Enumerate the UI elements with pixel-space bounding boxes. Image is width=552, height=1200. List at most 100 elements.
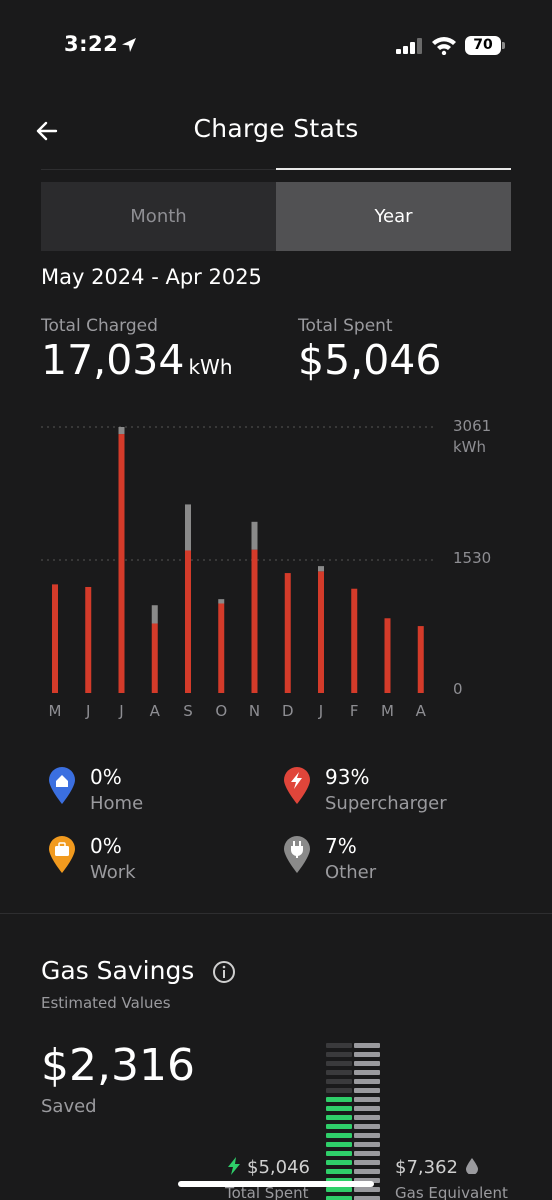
gas-equivalent-legend: $7,362: [395, 1157, 478, 1178]
total-charged-value: 17,034 kWh: [41, 336, 233, 384]
x-tick-label: F: [349, 702, 359, 720]
drop-icon: [465, 1158, 478, 1175]
gas-bar-row: [326, 1142, 382, 1147]
bar-supercharger: [284, 573, 291, 693]
section-divider: [0, 913, 552, 914]
bar-supercharger: [85, 586, 92, 693]
bar-other: [218, 599, 225, 604]
x-tick-label: M: [48, 702, 62, 720]
gas-segment: [354, 1070, 380, 1075]
gas-bar-row: [326, 1187, 382, 1192]
bar-supercharger: [151, 623, 158, 693]
plug-icon: [284, 836, 310, 873]
gas-bar-row: [326, 1079, 382, 1084]
supercharger-label: Supercharger: [325, 793, 447, 814]
breakdown-other: 7% Other: [283, 834, 483, 894]
gas-bar-row: [326, 1070, 382, 1075]
x-tick-label: M: [381, 702, 394, 720]
bar-other: [318, 566, 324, 572]
electric-segment: [326, 1169, 352, 1174]
x-tick-label: A: [149, 702, 160, 720]
x-tick-label: J: [318, 702, 324, 720]
header-active-underline: [276, 168, 511, 170]
battery-tip: [502, 42, 505, 49]
work-label: Work: [90, 862, 136, 883]
bar-other: [118, 427, 125, 435]
electric-segment: [326, 1088, 352, 1093]
breakdown-home: 0% Home: [48, 765, 248, 825]
electric-segment: [326, 1187, 352, 1192]
x-tick-label: S: [183, 702, 193, 720]
gas-segment: [354, 1169, 380, 1174]
work-percent: 0%: [90, 834, 122, 858]
total-spent-label: Total Spent: [298, 316, 393, 336]
x-tick-label: J: [86, 702, 91, 720]
y-axis-unit: kWh: [453, 438, 487, 456]
lightning-icon: [284, 767, 310, 804]
total-charged-number: 17,034: [41, 336, 185, 384]
total-spent-legend: $5,046: [227, 1157, 310, 1178]
electric-segment: [326, 1133, 352, 1138]
saved-label: Saved: [41, 1096, 97, 1117]
electric-segment: [326, 1124, 352, 1129]
gas-segment: [354, 1097, 380, 1102]
electric-segment: [326, 1052, 352, 1057]
gas-segment: [354, 1088, 380, 1093]
electric-segment: [326, 1043, 352, 1048]
bar-supercharger: [318, 571, 324, 693]
electric-segment: [326, 1160, 352, 1165]
gas-segment: [354, 1106, 380, 1111]
total-spent-legend-value: $5,046: [247, 1157, 310, 1178]
page-title: Charge Stats: [193, 114, 359, 143]
gas-segment: [354, 1052, 380, 1057]
electric-segment: [326, 1061, 352, 1066]
home-icon: [49, 767, 75, 804]
electric-segment: [326, 1151, 352, 1156]
breakdown-supercharger: 93% Supercharger: [283, 765, 483, 825]
x-tick-label: D: [281, 702, 294, 720]
gas-segment: [354, 1160, 380, 1165]
gas-segment: [354, 1187, 380, 1192]
gas-bar-row: [326, 1061, 382, 1066]
tab-year[interactable]: Year: [276, 182, 511, 251]
y-tick-max: 3061: [453, 417, 492, 435]
gas-segment: [354, 1151, 380, 1156]
electric-segment: [326, 1142, 352, 1147]
gas-segment: [354, 1133, 380, 1138]
location-arrow-icon: [122, 38, 136, 52]
total-charged-unit: kWh: [188, 355, 233, 379]
gas-bar-row: [326, 1043, 382, 1048]
home-indicator[interactable]: [178, 1181, 374, 1187]
electric-segment: [326, 1106, 352, 1111]
total-spent-value: $5,046: [298, 336, 442, 384]
gas-segment: [354, 1196, 380, 1200]
y-tick-mid: 1530: [453, 549, 492, 567]
bar-other: [251, 521, 258, 550]
gas-bar-row: [326, 1088, 382, 1093]
gas-bar-row: [326, 1106, 382, 1111]
info-icon[interactable]: [212, 960, 236, 984]
bar-supercharger: [185, 550, 191, 693]
saved-value: $2,316: [41, 1040, 195, 1091]
charge-chart: 3061 kWh 1530 0 M J J A S O N D J F M A: [0, 410, 552, 730]
gas-savings-subtitle: Estimated Values: [41, 994, 171, 1012]
supercharger-percent: 93%: [325, 765, 370, 789]
gas-bar-row: [326, 1115, 382, 1120]
date-range: May 2024 - Apr 2025: [41, 265, 262, 289]
gas-segment: [354, 1115, 380, 1120]
cellular-signal-icon: [396, 38, 424, 54]
gas-bar-row: [326, 1196, 382, 1200]
bar-supercharger: [52, 584, 58, 693]
gas-bar-row: [326, 1151, 382, 1156]
bar-supercharger: [118, 434, 125, 693]
gas-segment: [354, 1061, 380, 1066]
gas-equivalent-value: $7,362: [395, 1157, 458, 1178]
bar-other: [185, 504, 191, 551]
x-tick-label: A: [415, 702, 426, 720]
tab-month[interactable]: Month: [41, 182, 276, 251]
status-bar: 3:22 70: [0, 0, 552, 90]
electric-segment: [326, 1115, 352, 1120]
gas-segment: [354, 1142, 380, 1147]
bar-supercharger: [218, 603, 225, 693]
wifi-icon: [432, 37, 456, 55]
